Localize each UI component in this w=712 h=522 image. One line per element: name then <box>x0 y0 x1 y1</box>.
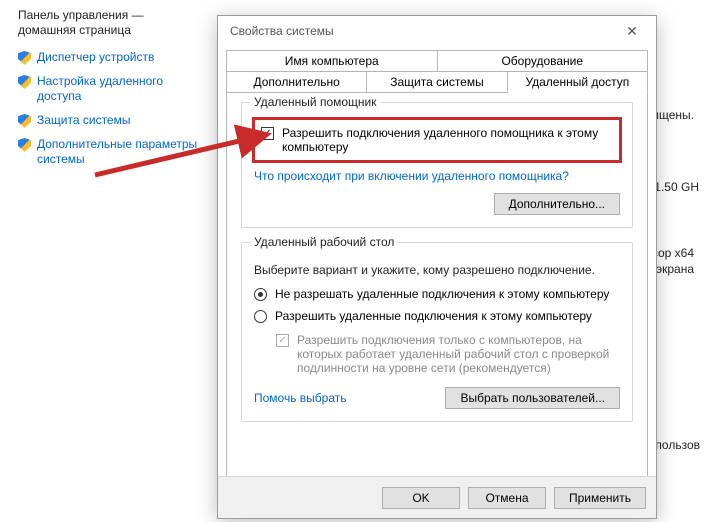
group-remote-assistance: Удаленный помощник Разрешить подключения… <box>241 102 633 228</box>
remote-assistance-advanced-button[interactable]: Дополнительно... <box>494 193 620 215</box>
close-button[interactable]: ✕ <box>616 23 648 40</box>
sidebar-item-device-manager[interactable]: Диспетчер устройств <box>18 50 198 65</box>
sidebar-title: Панель управления — домашняя страница <box>18 8 198 38</box>
tab-body-remote: Удаленный помощник Разрешить подключения… <box>226 92 648 488</box>
tab-system-protection[interactable]: Защита системы <box>367 71 507 93</box>
tab-computer-name[interactable]: Имя компьютера <box>226 50 438 72</box>
shield-icon <box>18 51 31 65</box>
tab-advanced[interactable]: Дополнительно <box>226 71 367 93</box>
remote-desktop-desc: Выберите вариант и укажите, кому разреше… <box>254 263 620 277</box>
sidebar-item-system-protection[interactable]: Защита системы <box>18 113 198 128</box>
radio-allow[interactable] <box>254 310 267 323</box>
sidebar-item-label: Дополнительные параметры системы <box>37 137 198 167</box>
control-panel-sidebar: Панель управления — домашняя страница Ди… <box>0 0 210 176</box>
radio-allow-label: Разрешить удаленные подключения к этому … <box>275 309 592 323</box>
dialog-title: Свойства системы <box>230 24 616 38</box>
radio-disallow[interactable] <box>254 288 267 301</box>
allow-remote-assistance-label: Разрешить подключения удаленного помощни… <box>282 126 613 154</box>
sidebar-item-advanced-settings[interactable]: Дополнительные параметры системы <box>18 137 198 167</box>
tab-remote[interactable]: Удаленный доступ <box>508 71 648 93</box>
remote-assistance-help-link[interactable]: Что происходит при включении удаленного … <box>254 169 569 183</box>
shield-icon <box>18 114 31 128</box>
group-remote-desktop: Удаленный рабочий стол Выберите вариант … <box>241 242 633 422</box>
dialog-titlebar: Свойства системы ✕ <box>218 16 656 46</box>
nla-label: Разрешить подключения только с компьютер… <box>297 333 620 375</box>
shield-icon <box>18 75 31 89</box>
help-choose-link[interactable]: Помочь выбрать <box>254 391 347 405</box>
shield-icon <box>18 138 31 152</box>
nla-row: Разрешить подключения только с компьютер… <box>276 333 620 375</box>
radio-disallow-row[interactable]: Не разрешать удаленные подключения к это… <box>254 287 620 301</box>
sidebar-item-label: Настройка удаленного доступа <box>37 74 198 104</box>
apply-button[interactable]: Применить <box>554 487 646 509</box>
ok-button[interactable]: OK <box>382 487 460 509</box>
sidebar-item-label: Диспетчер устройств <box>37 50 154 65</box>
sidebar-item-label: Защита системы <box>37 113 130 128</box>
nla-checkbox <box>276 334 289 347</box>
system-properties-dialog: Свойства системы ✕ Имя компьютера Оборуд… <box>217 15 657 519</box>
group-title: Удаленный помощник <box>250 95 381 109</box>
bg-graphics-clock: 1.50 GH <box>654 180 699 194</box>
radio-allow-row[interactable]: Разрешить удаленные подключения к этому … <box>254 309 620 323</box>
radio-disallow-label: Не разрешать удаленные подключения к это… <box>275 287 609 301</box>
tab-hardware[interactable]: Оборудование <box>438 50 649 72</box>
allow-remote-assistance-checkbox[interactable] <box>261 127 274 140</box>
group-title: Удаленный рабочий стол <box>250 235 398 249</box>
select-users-button[interactable]: Выбрать пользователей... <box>445 387 620 409</box>
allow-remote-assistance-row[interactable]: Разрешить подключения удаленного помощни… <box>252 117 622 163</box>
dialog-footer: OK Отмена Применить <box>218 476 656 518</box>
cancel-button[interactable]: Отмена <box>468 487 546 509</box>
sidebar-item-remote-settings[interactable]: Настройка удаленного доступа <box>18 74 198 104</box>
